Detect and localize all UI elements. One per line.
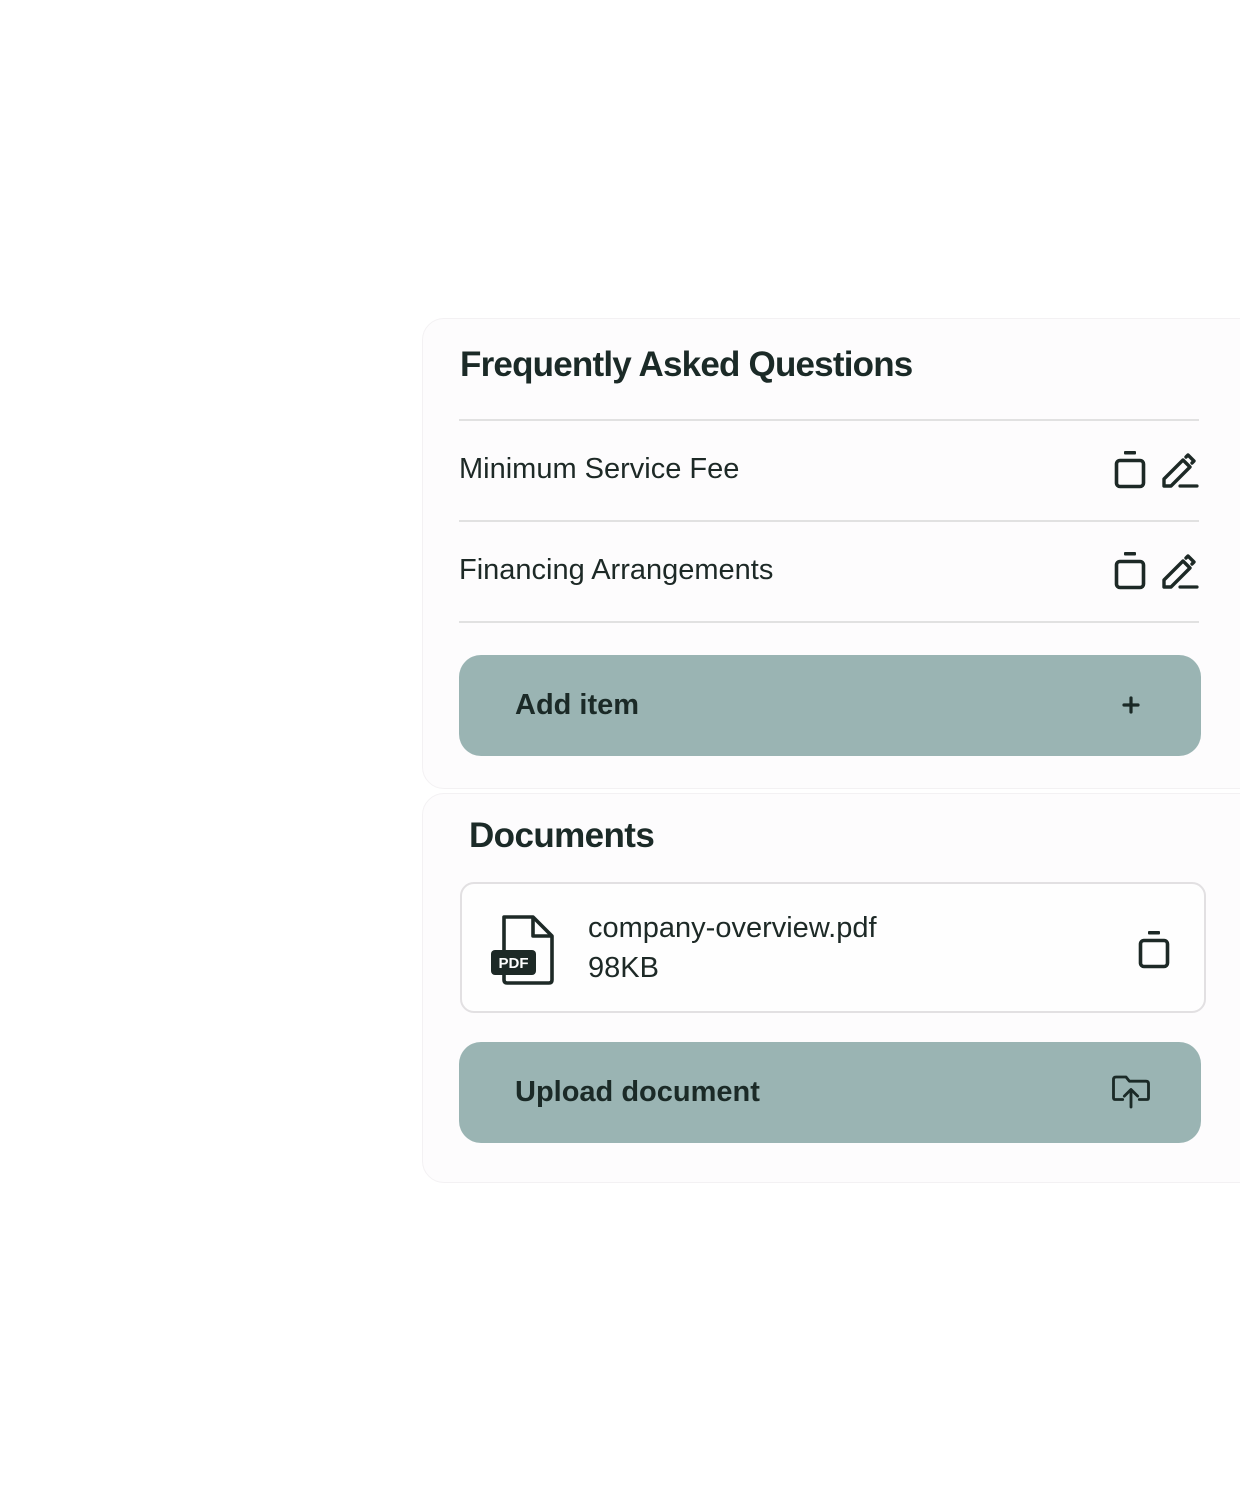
faq-list: Minimum Service Fee Financing Arrangemen…: [459, 419, 1199, 623]
trash-icon: [1137, 929, 1171, 969]
delete-button[interactable]: [1110, 549, 1150, 591]
upload-document-label: Upload document: [515, 1076, 760, 1108]
document-size: 98KB: [588, 952, 659, 984]
edit-button[interactable]: [1159, 549, 1199, 591]
trash-icon: [1113, 550, 1147, 590]
faq-item-actions: [1110, 549, 1199, 591]
delete-button[interactable]: [1110, 448, 1150, 490]
delete-document-button[interactable]: [1134, 928, 1174, 970]
add-item-label: Add item: [515, 689, 640, 721]
documents-title: Documents: [469, 816, 655, 855]
edit-button[interactable]: [1159, 448, 1199, 490]
upload-cloud-icon: [1111, 1072, 1151, 1112]
documents-card: Documents PDF company-overview.pdf 98KB …: [422, 793, 1240, 1183]
faq-title: Frequently Asked Questions: [460, 345, 913, 384]
pencil-icon: [1159, 550, 1199, 590]
faq-item-label: Minimum Service Fee: [459, 453, 740, 485]
document-name: company-overview.pdf: [588, 912, 877, 944]
document-item: PDF company-overview.pdf 98KB: [460, 882, 1206, 1013]
upload-document-button[interactable]: Upload document: [459, 1042, 1201, 1143]
plus-icon: [1111, 685, 1151, 725]
divider: [459, 621, 1199, 623]
pdf-file-icon: PDF: [490, 914, 556, 986]
pencil-icon: [1159, 449, 1199, 489]
faq-item-actions: [1110, 448, 1199, 490]
faq-item-label: Financing Arrangements: [459, 554, 774, 586]
trash-icon: [1113, 449, 1147, 489]
faq-item: Minimum Service Fee: [459, 421, 1199, 520]
faq-card: Frequently Asked Questions Minimum Servi…: [422, 318, 1240, 789]
faq-item: Financing Arrangements: [459, 522, 1199, 621]
pdf-badge: PDF: [499, 955, 529, 972]
add-item-button[interactable]: Add item: [459, 655, 1201, 756]
